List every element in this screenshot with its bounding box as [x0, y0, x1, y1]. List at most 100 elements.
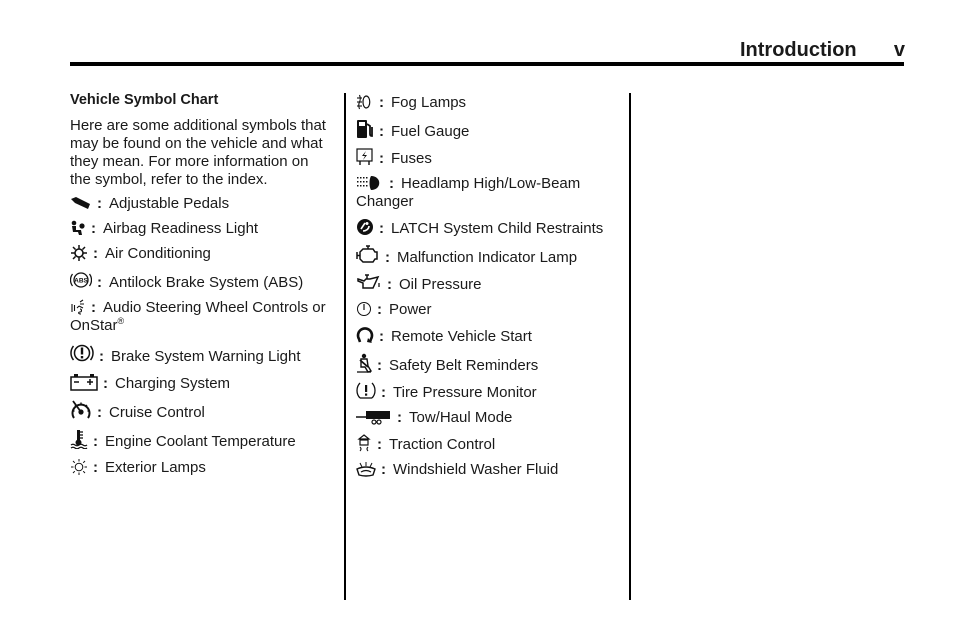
- symbol-label: Airbag Readiness Light: [103, 220, 259, 237]
- oil-pressure-icon: [356, 274, 382, 292]
- check-engine-icon: [356, 245, 380, 265]
- separator: :: [381, 384, 386, 401]
- symbol-label: Tow/Haul Mode: [409, 409, 513, 426]
- symbol-item: : Brake System Warning Light: [70, 342, 332, 366]
- symbol-item: : Malfunction Indicator Lamp: [356, 245, 618, 267]
- symbol-list: : Adjustable Pedals: Airbag Readiness Ligh…: [70, 195, 332, 477]
- latch-child-restraint-icon: [356, 218, 374, 236]
- symbol-label: Exterior Lamps: [105, 459, 206, 476]
- symbol-label: Cruise Control: [109, 404, 205, 421]
- symbol-label: Charging System: [115, 375, 231, 392]
- separator: :: [91, 220, 96, 237]
- seatbelt-icon: [356, 353, 372, 373]
- exterior-lamps-icon: [70, 458, 88, 475]
- separator: :: [385, 249, 390, 266]
- symbol-item: : Power: [356, 301, 618, 319]
- column-divider: [344, 93, 346, 600]
- symbol-item: : Traction Control: [356, 434, 618, 454]
- symbol-label: Fog Lamps: [391, 94, 467, 111]
- tow-haul-icon: [356, 409, 392, 425]
- separator: :: [93, 245, 98, 262]
- separator: :: [377, 301, 382, 318]
- power-icon: [356, 301, 372, 317]
- symbol-label: Power: [389, 301, 432, 318]
- symbol-label: Traction Control: [389, 436, 496, 453]
- symbol-item: : Engine Coolant Temperature: [70, 429, 332, 451]
- symbol-item: : Windshield Washer Fluid: [356, 461, 618, 479]
- column-middle: : Fog Lamps: Fuel Gauge: Fuses: Headlamp Hig…: [356, 94, 618, 486]
- svg-text:ABS: ABS: [74, 278, 88, 285]
- tire-pressure-icon: [356, 382, 376, 400]
- symbol-label: Fuses: [391, 150, 432, 167]
- symbol-label: Safety Belt Reminders: [389, 357, 539, 374]
- symbol-label: Fuel Gauge: [391, 123, 470, 140]
- symbol-item: : Charging System: [70, 373, 332, 393]
- brake-warning-icon: [70, 342, 94, 364]
- symbol-item: : Air Conditioning: [70, 245, 332, 263]
- symbol-list: : Fog Lamps: Fuel Gauge: Fuses: Headlamp Hig…: [356, 94, 618, 479]
- separator: :: [387, 276, 392, 293]
- symbol-label: Malfunction Indicator Lamp: [397, 249, 578, 266]
- airbag-readiness-icon: [70, 220, 86, 236]
- separator: :: [91, 299, 96, 316]
- separator: :: [97, 195, 102, 212]
- separator: :: [103, 375, 108, 392]
- coolant-temperature-icon: [70, 429, 88, 449]
- intro-paragraph: Here are some additional symbols that ma…: [70, 117, 326, 188]
- separator: :: [93, 433, 98, 450]
- symbol-label: Remote Vehicle Start: [391, 328, 532, 345]
- adjustable-pedals-icon: [70, 195, 92, 211]
- symbol-item: : Tow/Haul Mode: [356, 409, 618, 427]
- symbol-item: : Fog Lamps: [356, 94, 618, 112]
- symbol-item: : Fuel Gauge: [356, 119, 618, 141]
- symbol-item: : Adjustable Pedals: [70, 195, 332, 213]
- symbol-label: Antilock Brake System (ABS): [109, 274, 304, 291]
- symbol-label: Tire Pressure Monitor: [393, 384, 537, 401]
- symbol-item: : LATCH System Child Restraints: [356, 218, 618, 238]
- air-conditioning-icon: [70, 245, 88, 261]
- symbol-item: : Cruise Control: [70, 400, 332, 422]
- symbol-item: : Fuses: [356, 148, 618, 168]
- symbol-label: Audio Steering Wheel Controls or OnStar: [70, 299, 326, 334]
- symbol-label: Adjustable Pedals: [109, 195, 230, 212]
- symbol-item: : Headlamp High/Low-Beam Changer: [356, 175, 618, 211]
- symbol-item: : Safety Belt Reminders: [356, 353, 618, 375]
- separator: :: [381, 461, 386, 478]
- audio-steering-controls-icon: [70, 299, 86, 315]
- separator: :: [379, 123, 384, 140]
- symbol-item: : Remote Vehicle Start: [356, 326, 618, 346]
- symbol-label: Air Conditioning: [105, 245, 211, 262]
- fuses-icon: [356, 148, 374, 166]
- fog-lamps-icon: [356, 94, 374, 110]
- symbol-item: : Audio Steering Wheel Controls or OnStar…: [70, 299, 332, 335]
- separator: :: [379, 94, 384, 111]
- battery-icon: [70, 373, 98, 391]
- separator: :: [397, 409, 402, 426]
- traction-control-icon: [356, 434, 372, 452]
- separator: :: [377, 357, 382, 374]
- section-title: Vehicle Symbol Chart: [70, 92, 219, 108]
- headlamp-beam-icon: [356, 175, 384, 191]
- symbol-label: Brake System Warning Light: [111, 348, 301, 365]
- column-divider: [629, 93, 631, 600]
- cruise-control-icon: [70, 400, 92, 420]
- separator: :: [377, 436, 382, 453]
- symbol-item: : Tire Pressure Monitor: [356, 382, 618, 402]
- separator: :: [389, 175, 394, 192]
- remote-start-icon: [356, 326, 374, 344]
- header-rule: [70, 62, 904, 66]
- chapter-title: Introduction: [740, 39, 857, 61]
- abs-icon: ABS: [70, 270, 92, 290]
- separator: :: [379, 328, 384, 345]
- fuel-gauge-icon: [356, 119, 374, 139]
- separator: :: [99, 348, 104, 365]
- symbol-item: ABS: Antilock Brake System (ABS): [70, 270, 332, 292]
- symbol-item: : Exterior Lamps: [70, 458, 332, 477]
- symbol-label: Oil Pressure: [399, 276, 482, 293]
- separator: :: [97, 274, 102, 291]
- separator: :: [97, 404, 102, 421]
- column-left: Vehicle Symbol Chart Here are some addit…: [70, 91, 332, 484]
- registered-mark: ®: [117, 316, 125, 326]
- separator: :: [93, 459, 98, 476]
- symbol-label: Windshield Washer Fluid: [393, 461, 559, 478]
